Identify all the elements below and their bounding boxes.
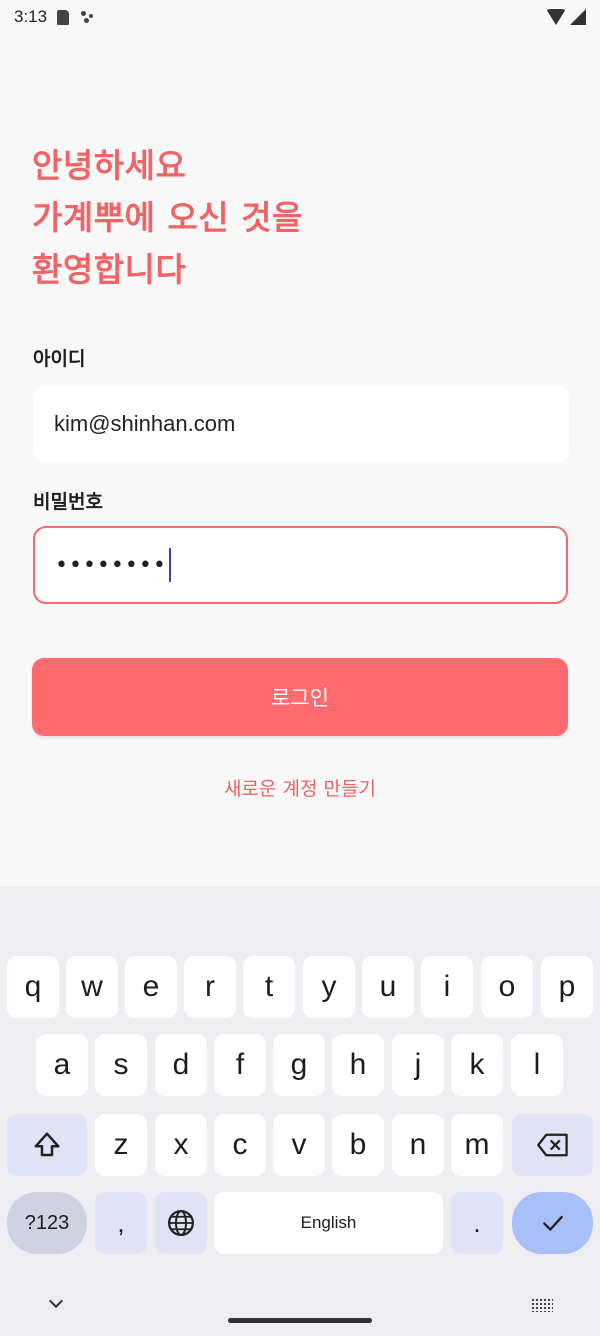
key-a[interactable]: a [36, 1034, 88, 1096]
id-label: 아이디 [33, 348, 86, 370]
wifi-icon [546, 9, 566, 25]
status-bar: 3:13 [0, 0, 600, 34]
welcome-line-3: 환영합니다 [32, 250, 187, 289]
key-z[interactable]: z [95, 1114, 147, 1176]
shift-key[interactable] [7, 1114, 87, 1176]
assistant-dots-icon [81, 10, 97, 24]
keyboard-icon[interactable] [531, 1298, 553, 1312]
key-o[interactable]: o [481, 956, 533, 1018]
period-key[interactable]: . [451, 1192, 503, 1254]
welcome-line-2: 가계뿌에 오신 것을 [32, 198, 303, 237]
check-icon [542, 1215, 563, 1231]
key-l[interactable]: l [511, 1034, 563, 1096]
key-i[interactable]: i [421, 956, 473, 1018]
space-key[interactable]: English [214, 1192, 443, 1254]
globe-icon [168, 1210, 194, 1236]
comma-key[interactable]: , [95, 1192, 147, 1254]
key-t[interactable]: t [243, 956, 295, 1018]
id-input-value: kim@shinhan.com [54, 411, 236, 436]
status-time: 3:13 [14, 7, 48, 26]
key-d[interactable]: d [155, 1034, 207, 1096]
id-input[interactable]: kim@shinhan.com [33, 386, 569, 462]
home-indicator[interactable] [228, 1318, 372, 1323]
key-x[interactable]: x [155, 1114, 207, 1176]
key-m[interactable]: m [451, 1114, 503, 1176]
key-c[interactable]: c [214, 1114, 266, 1176]
key-b[interactable]: b [332, 1114, 384, 1176]
key-q[interactable]: q [7, 956, 59, 1018]
key-h[interactable]: h [332, 1034, 384, 1096]
backspace-key[interactable] [512, 1114, 593, 1176]
welcome-line-1: 안녕하세요 [32, 146, 187, 185]
welcome-heading: 안녕하세요 가계뿌에 오신 것을 환영합니다 [32, 140, 303, 296]
key-y[interactable]: y [303, 956, 355, 1018]
key-p[interactable]: p [541, 956, 593, 1018]
key-w[interactable]: w [66, 956, 118, 1018]
key-k[interactable]: k [451, 1034, 503, 1096]
password-input-value: •••••••• [55, 552, 167, 578]
key-f[interactable]: f [214, 1034, 266, 1096]
soft-keyboard [0, 886, 600, 1336]
key-g[interactable]: g [273, 1034, 325, 1096]
backspace-icon [536, 1133, 568, 1157]
done-key[interactable] [512, 1192, 593, 1254]
key-n[interactable]: n [392, 1114, 444, 1176]
language-key[interactable] [155, 1192, 207, 1254]
create-account-link[interactable]: 새로운 계정 만들기 [0, 774, 600, 801]
key-v[interactable]: v [273, 1114, 325, 1176]
key-u[interactable]: u [362, 956, 414, 1018]
sd-card-icon [57, 9, 70, 25]
key-r[interactable]: r [184, 956, 236, 1018]
text-cursor [168, 548, 171, 582]
password-input[interactable]: •••••••• [33, 526, 568, 604]
password-label: 비밀번호 [33, 491, 103, 513]
key-s[interactable]: s [95, 1034, 147, 1096]
key-e[interactable]: e [125, 956, 177, 1018]
login-button[interactable]: 로그인 [32, 658, 568, 736]
shift-icon [34, 1132, 60, 1157]
signal-icon [570, 9, 586, 25]
key-j[interactable]: j [392, 1034, 444, 1096]
symbols-key[interactable]: ?123 [7, 1192, 87, 1254]
